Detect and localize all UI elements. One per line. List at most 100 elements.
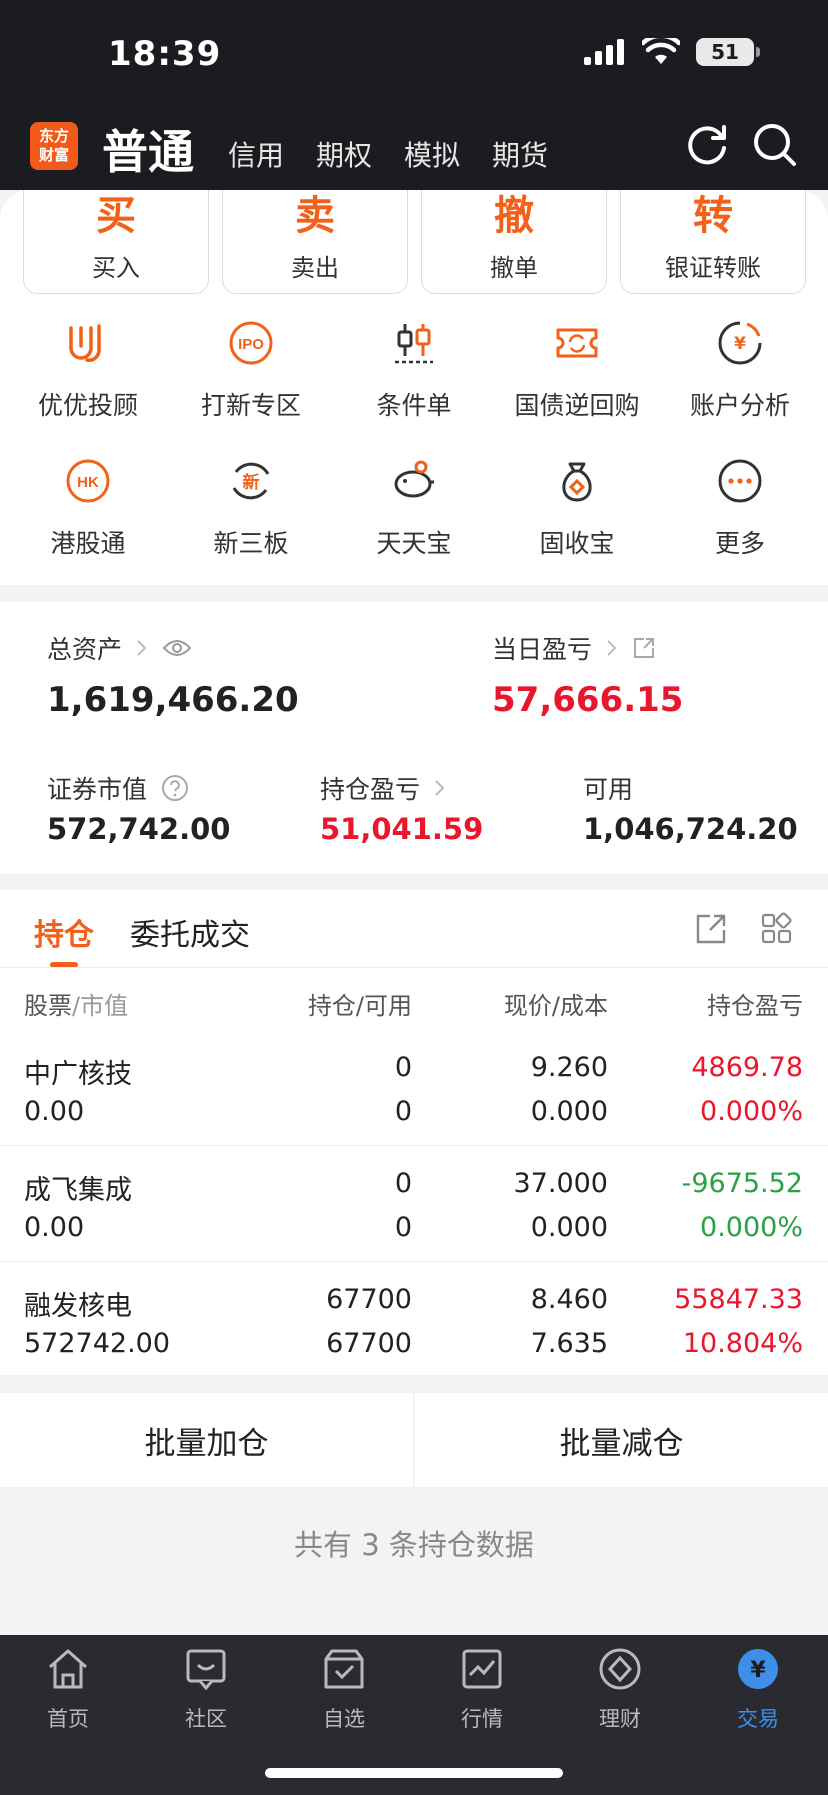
- grid-label: 打新专区: [200, 391, 301, 420]
- transfer-glyph: 转: [693, 193, 733, 239]
- table-row[interactable]: 中广核技 0.00 0 0 9.260 0.000 4869.78 0.000%: [0, 1030, 828, 1146]
- tab-futures[interactable]: 期货: [492, 134, 548, 174]
- tabbar-market[interactable]: 行情: [422, 1645, 542, 1733]
- stock-pnl: 4869.78: [691, 1052, 803, 1083]
- grid-item-hk-connect[interactable]: HK 港股通: [6, 458, 170, 560]
- col-available-label: /可用: [355, 992, 412, 1020]
- tab-options[interactable]: 期权: [316, 134, 372, 174]
- stock-pnl-pct: 10.804%: [682, 1328, 803, 1359]
- col-cost-label: /成本: [551, 992, 608, 1020]
- stock-name: 融发核电: [24, 1291, 132, 1322]
- hk-icon-text: HK: [77, 474, 99, 491]
- grid-item-new-third-board[interactable]: 新 新三板: [169, 458, 333, 560]
- tabbar-community[interactable]: 社区: [146, 1645, 266, 1733]
- grid-item-tiantianbao[interactable]: 天天宝: [332, 458, 496, 560]
- col-market-value-label: /市值: [72, 992, 129, 1020]
- position-count-text: 共有 3 条持仓数据: [294, 1528, 534, 1562]
- cancel-glyph: 撤: [494, 193, 534, 239]
- new-icon-text: 新: [243, 472, 260, 493]
- bank-transfer-button[interactable]: 转 银证转账: [620, 190, 806, 294]
- grid-label: 更多: [714, 529, 765, 558]
- grid-item-more[interactable]: 更多: [658, 458, 822, 560]
- total-assets-header[interactable]: 总资产: [47, 630, 192, 666]
- tabbar-label: 理财: [599, 1707, 641, 1731]
- available-label: 可用: [583, 775, 634, 804]
- grid-label: 账户分析: [689, 391, 790, 420]
- daily-pnl-label: 当日盈亏: [492, 635, 593, 664]
- account-analysis-icon: ¥: [718, 321, 762, 365]
- sell-label: 卖出: [291, 254, 339, 282]
- grid-item-reverse-repo[interactable]: 国债逆回购: [495, 320, 659, 422]
- grid-item-gushoubao[interactable]: 固收宝: [495, 458, 659, 560]
- tabbar-watchlist[interactable]: 自选: [284, 1645, 404, 1733]
- share-link-icon[interactable]: [632, 636, 656, 660]
- stock-available: 67700: [326, 1328, 412, 1359]
- tab-orders[interactable]: 委托成交: [130, 910, 250, 954]
- status-indicators: 51: [584, 38, 760, 66]
- tabbar-wealth[interactable]: 理财: [560, 1645, 680, 1733]
- grid-item-youyou[interactable]: 优优投顾: [6, 320, 170, 422]
- batch-reduce-button[interactable]: 批量减仓: [415, 1393, 828, 1487]
- ipo-icon-text: IPO: [238, 336, 264, 353]
- market-value-header: 证券市值: [47, 770, 189, 806]
- grid-item-account-analysis[interactable]: ¥ 账户分析: [658, 320, 822, 422]
- tab-credit[interactable]: 信用: [228, 134, 284, 174]
- stock-available: 0: [394, 1096, 412, 1127]
- table-row[interactable]: 成飞集成 0.00 0 0 37.000 0.000 -9675.52 0.00…: [0, 1146, 828, 1262]
- col-hold-label: 持仓: [307, 992, 356, 1020]
- grid-label: 港股通: [50, 529, 126, 558]
- stock-cost: 0.000: [530, 1096, 608, 1127]
- table-row[interactable]: 融发核电 572742.00 67700 67700 8.460 7.635 5…: [0, 1262, 828, 1378]
- tabbar-trade[interactable]: ¥ 交易: [698, 1645, 818, 1733]
- more-icon: [718, 459, 762, 503]
- candlestick-icon: [395, 324, 433, 364]
- assets-card: 总资产 1,619,466.20 当日盈亏 57,666.15 证券市值 572…: [0, 602, 828, 874]
- trade-menu-card: 买 买入 卖 卖出 撤 撤单 转 银证转账 优优投顾 IPO 打新专区 条件单 …: [0, 190, 828, 585]
- stock-hold: 0: [394, 1168, 412, 1199]
- available-header: 可用: [583, 770, 633, 806]
- buy-button[interactable]: 买 买入: [23, 190, 209, 294]
- total-assets-value: 1,619,466.20: [47, 680, 299, 720]
- tab-divider: [0, 967, 828, 968]
- refresh-icon[interactable]: [684, 122, 730, 168]
- position-pnl-header[interactable]: 持仓盈亏: [320, 770, 446, 806]
- grid-view-icon[interactable]: [760, 912, 794, 946]
- stock-price: 37.000: [513, 1168, 608, 1199]
- daily-pnl-header[interactable]: 当日盈亏: [492, 630, 656, 666]
- search-icon[interactable]: [752, 122, 798, 168]
- col-price-label: 现价: [503, 992, 552, 1020]
- chevron-right-icon: [137, 640, 147, 656]
- batch-add-button[interactable]: 批量加仓: [0, 1393, 413, 1487]
- market-icon: [462, 1649, 502, 1689]
- col-header-price: 现价/成本: [504, 986, 608, 1021]
- app-logo: 东方财富: [30, 122, 78, 170]
- grid-label: 固收宝: [539, 529, 615, 558]
- sell-button[interactable]: 卖 卖出: [222, 190, 408, 294]
- export-icon[interactable]: [694, 912, 728, 946]
- stock-pnl: -9675.52: [681, 1168, 803, 1199]
- cancel-label: 撤单: [490, 254, 538, 282]
- stock-hold: 0: [394, 1052, 412, 1083]
- tab-simulation[interactable]: 模拟: [404, 134, 460, 174]
- tab-holdings[interactable]: 持仓: [34, 910, 94, 954]
- repo-icon: [556, 328, 598, 358]
- tab-normal[interactable]: 普通: [102, 116, 194, 182]
- tabbar-home[interactable]: 首页: [8, 1645, 128, 1733]
- watchlist-icon: [324, 1649, 364, 1689]
- grid-item-ipo[interactable]: IPO 打新专区: [169, 320, 333, 422]
- eye-icon[interactable]: [162, 638, 192, 658]
- cancel-order-button[interactable]: 撤 撤单: [421, 190, 607, 294]
- stock-price: 9.260: [530, 1052, 608, 1083]
- stock-pnl-pct: 0.000%: [700, 1212, 803, 1243]
- grid-label: 条件单: [376, 391, 452, 420]
- home-indicator: [265, 1768, 563, 1778]
- stock-market-value: 0.00: [24, 1212, 85, 1243]
- help-icon[interactable]: [161, 774, 189, 802]
- money-bag-icon: [562, 462, 592, 502]
- community-icon: [186, 1649, 226, 1691]
- grid-label: 天天宝: [376, 529, 452, 558]
- stock-name: 中广核技: [24, 1059, 132, 1090]
- grid-item-conditional-order[interactable]: 条件单: [332, 320, 496, 422]
- buy-label: 买入: [92, 254, 140, 282]
- col-stock-label: 股票: [24, 992, 72, 1020]
